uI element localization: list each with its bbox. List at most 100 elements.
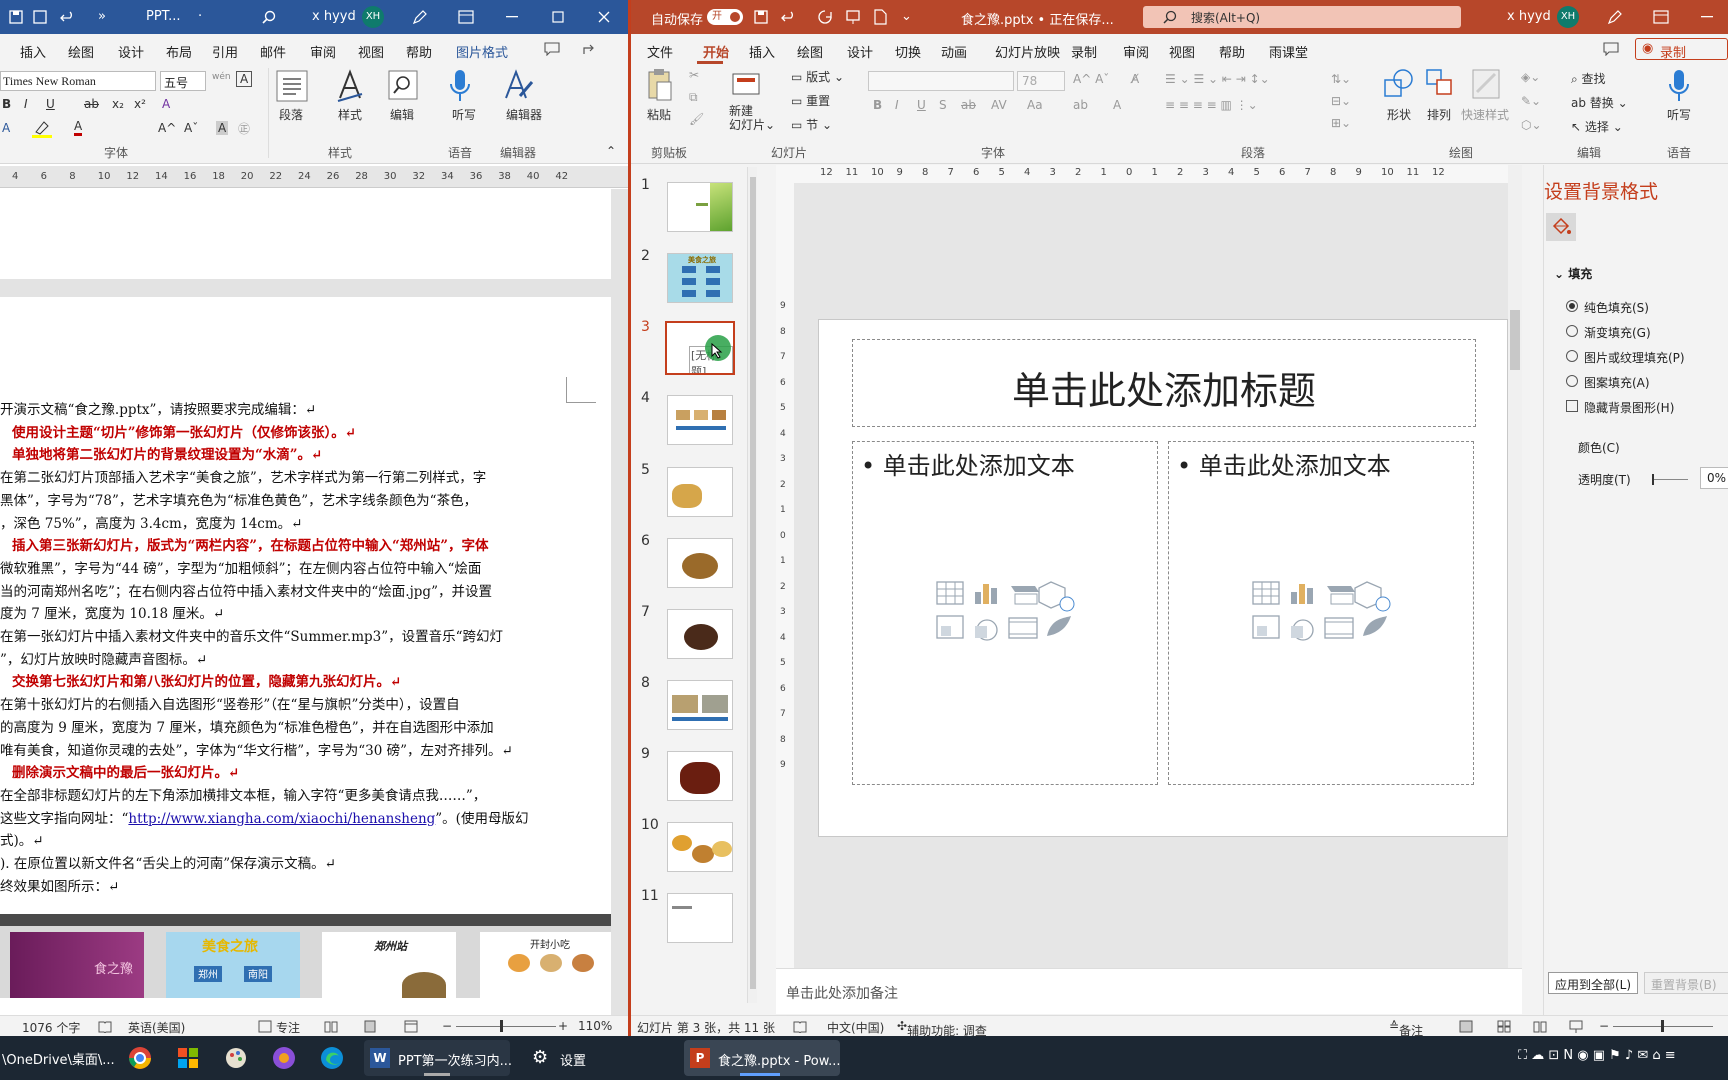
editor-button[interactable]: 编辑器	[506, 106, 542, 123]
arrange-icon[interactable]	[1425, 68, 1455, 100]
tab-mailings[interactable]: 邮件	[260, 42, 286, 61]
taskbar-ppt-app[interactable]: P 食之豫.pptx - Pow...	[684, 1040, 841, 1076]
apply-to-all-button[interactable]: 应用到全部(L)	[1548, 972, 1638, 994]
select-button[interactable]: ↖ 选择 ⌄	[1571, 118, 1623, 135]
ppt-tab[interactable]: 视图	[1169, 42, 1195, 61]
bullets-button[interactable]: ☰ ⌄ ☰ ⌄ ⇤ ⇥ ↕⌄	[1165, 72, 1270, 86]
app-grid-icon[interactable]	[176, 1046, 200, 1070]
replace-button[interactable]: ab 替换 ⌄	[1571, 94, 1628, 111]
strikethrough-button[interactable]: ab	[84, 97, 99, 111]
tray-icons[interactable]: ⛶ ☁ ⊡ N ◉ ▣ ⚑ ♪ ✉ ⌂ ≡	[1518, 1048, 1676, 1063]
slide-thumbnail-9[interactable]	[667, 751, 733, 801]
tab-help[interactable]: 帮助	[406, 42, 432, 61]
tab-design[interactable]: 设计	[118, 42, 144, 61]
slide-3[interactable]: 单击此处添加标题 • 单击此处添加文本 • 单击此处添加文本	[818, 319, 1508, 837]
section-button[interactable]: ▭ 节 ⌄	[791, 116, 832, 133]
maximize-icon[interactable]	[552, 11, 564, 23]
ppt-avatar[interactable]: XH	[1557, 6, 1579, 28]
dictate-button[interactable]: 听写	[1667, 106, 1691, 123]
ppt-tab[interactable]: 文件	[647, 42, 673, 61]
print-layout-icon[interactable]	[364, 1020, 376, 1033]
ppt-tab[interactable]: 审阅	[1123, 42, 1149, 61]
qat-customize[interactable]: ⌄	[901, 9, 912, 24]
read-mode-icon[interactable]	[324, 1020, 338, 1033]
italic-button[interactable]: I	[24, 97, 28, 111]
edge-icon[interactable]	[320, 1046, 344, 1070]
transparency-input[interactable]: 0%	[1700, 467, 1728, 489]
font-size-box[interactable]: 78	[1017, 71, 1065, 91]
notes-toggle[interactable]: ≙ 备注	[1389, 1019, 1423, 1036]
ppt-doc-title[interactable]: 食之豫.pptx • 正在保存...	[961, 9, 1114, 28]
slideshow-icon[interactable]	[845, 9, 861, 25]
ppt-tab[interactable]: 帮助	[1219, 42, 1245, 61]
shapes-icon[interactable]	[1383, 68, 1415, 100]
styles-icon[interactable]	[336, 68, 366, 102]
strikethrough-button[interactable]: ab	[961, 98, 976, 112]
word-language[interactable]: 英语(美国)	[128, 1019, 185, 1036]
fill-section-header[interactable]: ⌄ 填充	[1554, 265, 1592, 282]
clear-format-button[interactable]: A̸	[1131, 72, 1139, 86]
enclose-char-icon[interactable]: ㊣	[238, 120, 250, 137]
slide-sorter-icon[interactable]	[1497, 1020, 1511, 1033]
bold-button[interactable]: B	[2, 97, 11, 111]
grow-font-button[interactable]: A^ Aˇ	[1073, 72, 1109, 86]
paragraph-button[interactable]: 段落	[279, 106, 303, 123]
layout-button[interactable]: ▭ 版式 ⌄	[791, 68, 844, 85]
styles-button[interactable]: 样式	[338, 106, 362, 123]
change-case-button[interactable]: Aa	[1027, 98, 1043, 112]
comments-icon[interactable]	[1603, 42, 1619, 56]
slide-thumbnail-3[interactable]: [无标题]	[665, 321, 735, 375]
right-content-placeholder[interactable]: • 单击此处添加文本	[1168, 441, 1474, 785]
chrome-icon[interactable]	[128, 1046, 152, 1070]
undo-icon[interactable]	[60, 9, 76, 25]
slide-thumbnail-10[interactable]	[667, 822, 733, 872]
align-text-button[interactable]: ⊟⌄	[1331, 94, 1351, 108]
paint-icon[interactable]	[224, 1046, 248, 1070]
share-icon[interactable]	[582, 42, 598, 56]
paragraph-icon[interactable]	[276, 70, 308, 102]
ribbon-display-icon[interactable]	[458, 10, 474, 24]
new-slide-button[interactable]: 新建 幻灯片⌄	[729, 104, 775, 132]
microphone-icon[interactable]	[1667, 68, 1691, 104]
highlight-icon[interactable]	[32, 120, 54, 138]
quick-access-more[interactable]: »	[98, 9, 106, 24]
ppt-tab[interactable]: 雨课堂	[1269, 42, 1308, 61]
collapse-ribbon-icon[interactable]: ⌃	[606, 144, 616, 158]
text-direction-button[interactable]: ⇅⌄	[1331, 72, 1351, 86]
slide-thumbnail-4[interactable]	[667, 395, 733, 445]
search-box[interactable]: 搜索(Alt+Q)	[1143, 6, 1461, 28]
shape-fill-button[interactable]: ◈⌄	[1521, 70, 1540, 84]
save-icon[interactable]	[753, 9, 769, 25]
shapes-button[interactable]: 形状	[1387, 106, 1411, 123]
format-painter-icon[interactable]: 🖌	[689, 112, 704, 126]
tab-draw[interactable]: 绘图	[68, 42, 94, 61]
thumbnail-scrollbar[interactable]	[747, 167, 757, 1003]
copy-icon[interactable]: ⧉	[689, 90, 698, 105]
font-color-button[interactable]: A	[1113, 98, 1121, 112]
ppt-tab[interactable]: 设计	[847, 42, 873, 61]
tab-layout[interactable]: 布局	[166, 42, 192, 61]
spellcheck-icon[interactable]	[793, 1020, 807, 1033]
font-wen-icon[interactable]: wén	[212, 72, 231, 82]
tab-review[interactable]: 审阅	[310, 42, 336, 61]
ppt-zoom-thumb[interactable]	[1661, 1020, 1664, 1032]
tab-insert[interactable]: 插入	[20, 42, 46, 61]
ppt-tab[interactable]: 动画	[941, 42, 967, 61]
taskbar-word-app[interactable]: W PPT第一次练习内...	[364, 1040, 512, 1076]
autosave-toggle[interactable]: 开	[707, 9, 743, 25]
reading-view-icon[interactable]	[1533, 1020, 1547, 1033]
ppt-tab[interactable]: 录制	[1071, 42, 1097, 61]
insert-content-icons[interactable]	[935, 578, 1075, 644]
focus-mode[interactable]: 专注	[276, 1019, 300, 1036]
search-icon[interactable]	[262, 10, 276, 24]
slide-thumbnail-11[interactable]	[667, 893, 733, 943]
editor-icon[interactable]	[502, 68, 534, 104]
save-icon[interactable]	[8, 9, 24, 25]
word-count[interactable]: 1076 个字	[22, 1019, 80, 1036]
bold-button[interactable]: B	[873, 98, 882, 112]
char-border-icon[interactable]: A	[236, 71, 253, 87]
microphone-icon[interactable]	[448, 68, 472, 104]
slide-scrollbar[interactable]	[1508, 165, 1522, 968]
grow-font-button[interactable]: A^	[158, 121, 176, 135]
font-color-button[interactable]: A	[74, 120, 83, 136]
